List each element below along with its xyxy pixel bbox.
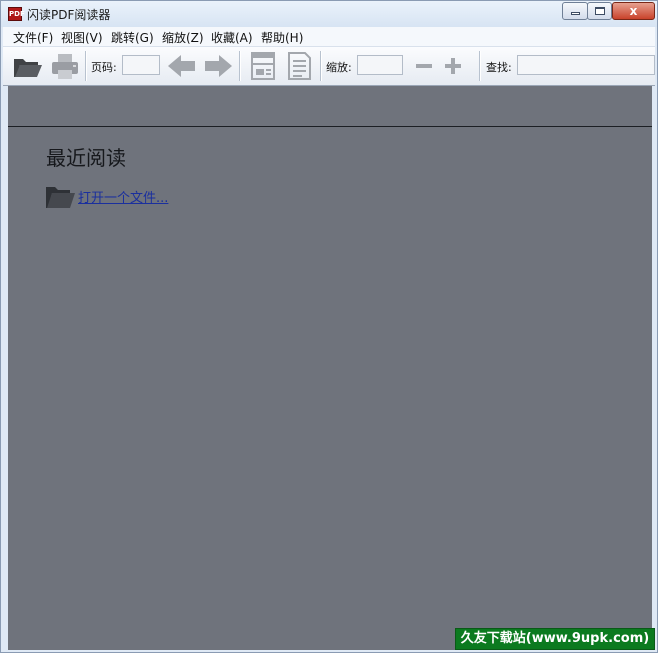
fit-width-icon xyxy=(288,52,311,80)
minimize-button[interactable] xyxy=(562,2,588,20)
prev-arrow-icon xyxy=(168,55,195,77)
menu-bar: 文件(F) 视图(V) 跳转(G) 缩放(Z) 收藏(A) 帮助(H) xyxy=(3,27,655,47)
toolbar-separator xyxy=(479,51,481,81)
toolbar-separator xyxy=(320,51,322,81)
open-file-link[interactable]: 打开一个文件... xyxy=(78,187,168,206)
menu-view[interactable]: 视图(V) xyxy=(61,29,103,46)
previous-page-button[interactable] xyxy=(166,50,198,82)
app-icon: PDF xyxy=(8,7,25,21)
next-arrow-icon xyxy=(205,55,232,77)
next-page-button[interactable] xyxy=(202,50,234,82)
zoom-out-button[interactable] xyxy=(408,50,440,82)
fit-width-button[interactable] xyxy=(283,50,315,82)
menu-help[interactable]: 帮助(H) xyxy=(261,29,303,46)
zoom-input[interactable] xyxy=(357,55,403,75)
toolbar-separator xyxy=(239,51,241,81)
app-window: PDF 闪读PDF阅读器 x 文件(F) 视图(V) 跳转(G) 缩放(Z) 收… xyxy=(0,0,658,653)
maximize-button[interactable] xyxy=(587,2,612,20)
fit-page-button[interactable] xyxy=(247,50,279,82)
recent-reading-heading: 最近阅读 xyxy=(46,146,126,170)
find-label: 查找: xyxy=(486,61,512,74)
zoom-out-icon xyxy=(416,64,432,68)
menu-goto[interactable]: 跳转(G) xyxy=(111,29,154,46)
print-button[interactable] xyxy=(49,50,81,82)
fit-page-icon xyxy=(251,52,275,80)
open-folder-icon xyxy=(14,59,42,77)
print-icon xyxy=(52,54,78,79)
menu-favorites[interactable]: 收藏(A) xyxy=(211,29,253,46)
document-area: 最近阅读 打开一个文件... xyxy=(8,86,652,650)
divider-line xyxy=(8,126,652,127)
folder-icon[interactable] xyxy=(44,184,76,210)
close-button[interactable]: x xyxy=(612,2,655,20)
menu-file[interactable]: 文件(F) xyxy=(13,29,53,46)
zoom-in-button[interactable] xyxy=(437,50,469,82)
page-number-input[interactable] xyxy=(122,55,160,75)
menu-zoom[interactable]: 缩放(Z) xyxy=(162,29,204,46)
page-label: 页码: xyxy=(91,61,117,74)
zoom-label: 缩放: xyxy=(326,61,352,74)
close-icon: x xyxy=(629,4,638,18)
toolbar: 页码: 缩放: 查找: xyxy=(3,47,655,86)
zoom-in-icon xyxy=(445,58,461,74)
toolbar-separator xyxy=(85,51,87,81)
find-input[interactable] xyxy=(517,55,655,75)
title-bar[interactable]: PDF 闪读PDF阅读器 x xyxy=(1,1,657,27)
window-title: 闪读PDF阅读器 xyxy=(27,8,111,22)
open-file-button[interactable] xyxy=(11,50,43,82)
watermark-badge: 久友下载站(www.9upk.com) xyxy=(455,628,655,650)
